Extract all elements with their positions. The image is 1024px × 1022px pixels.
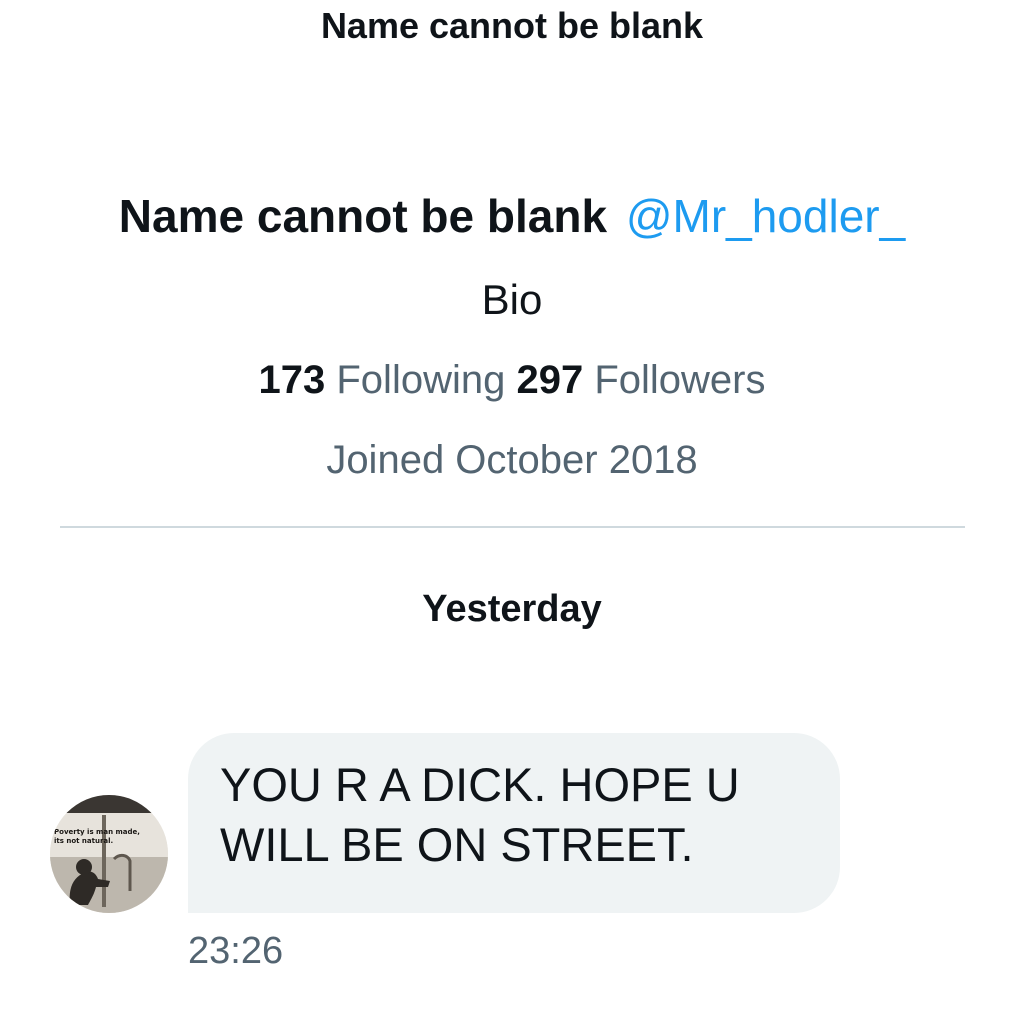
conversation-header-title: Name cannot be blank [320,5,704,46]
sender-avatar[interactable]: Poverty is man made, its not natural. [50,795,168,913]
message-text-line-1: YOU R A DICK. HOPE U [220,758,740,811]
followers-link[interactable]: 297 Followers [516,358,765,402]
profile-bio: Bio [481,276,543,323]
followers-count: 297 [516,358,584,402]
avatar-image: Poverty is man made, its not natural. [50,795,168,913]
profile-summary: Name cannot be blank @Mr_hodler_ [0,186,1024,246]
divider [60,526,965,528]
message-text-line-2: WILL BE ON STREET. [220,818,694,871]
message-bubble[interactable]: YOU R A DICK. HOPE U WILL BE ON STREET. [188,733,840,913]
avatar-caption-2: its not natural. [54,837,113,845]
joined-date: Joined October 2018 [326,438,698,482]
profile-handle[interactable]: @Mr_hodler_ [626,190,905,242]
profile-name[interactable]: Name cannot be blank [119,190,607,242]
message-timestamp: 23:26 [188,930,284,972]
avatar-caption-1: Poverty is man made, [54,828,140,836]
following-count: 173 [258,358,326,402]
date-separator: Yesterday [422,588,602,630]
following-label: Following [336,358,506,402]
following-link[interactable]: 173 Following [259,358,517,402]
profile-stats: 173 Following 297 Followers [0,352,1024,408]
followers-label: Followers [594,358,766,402]
